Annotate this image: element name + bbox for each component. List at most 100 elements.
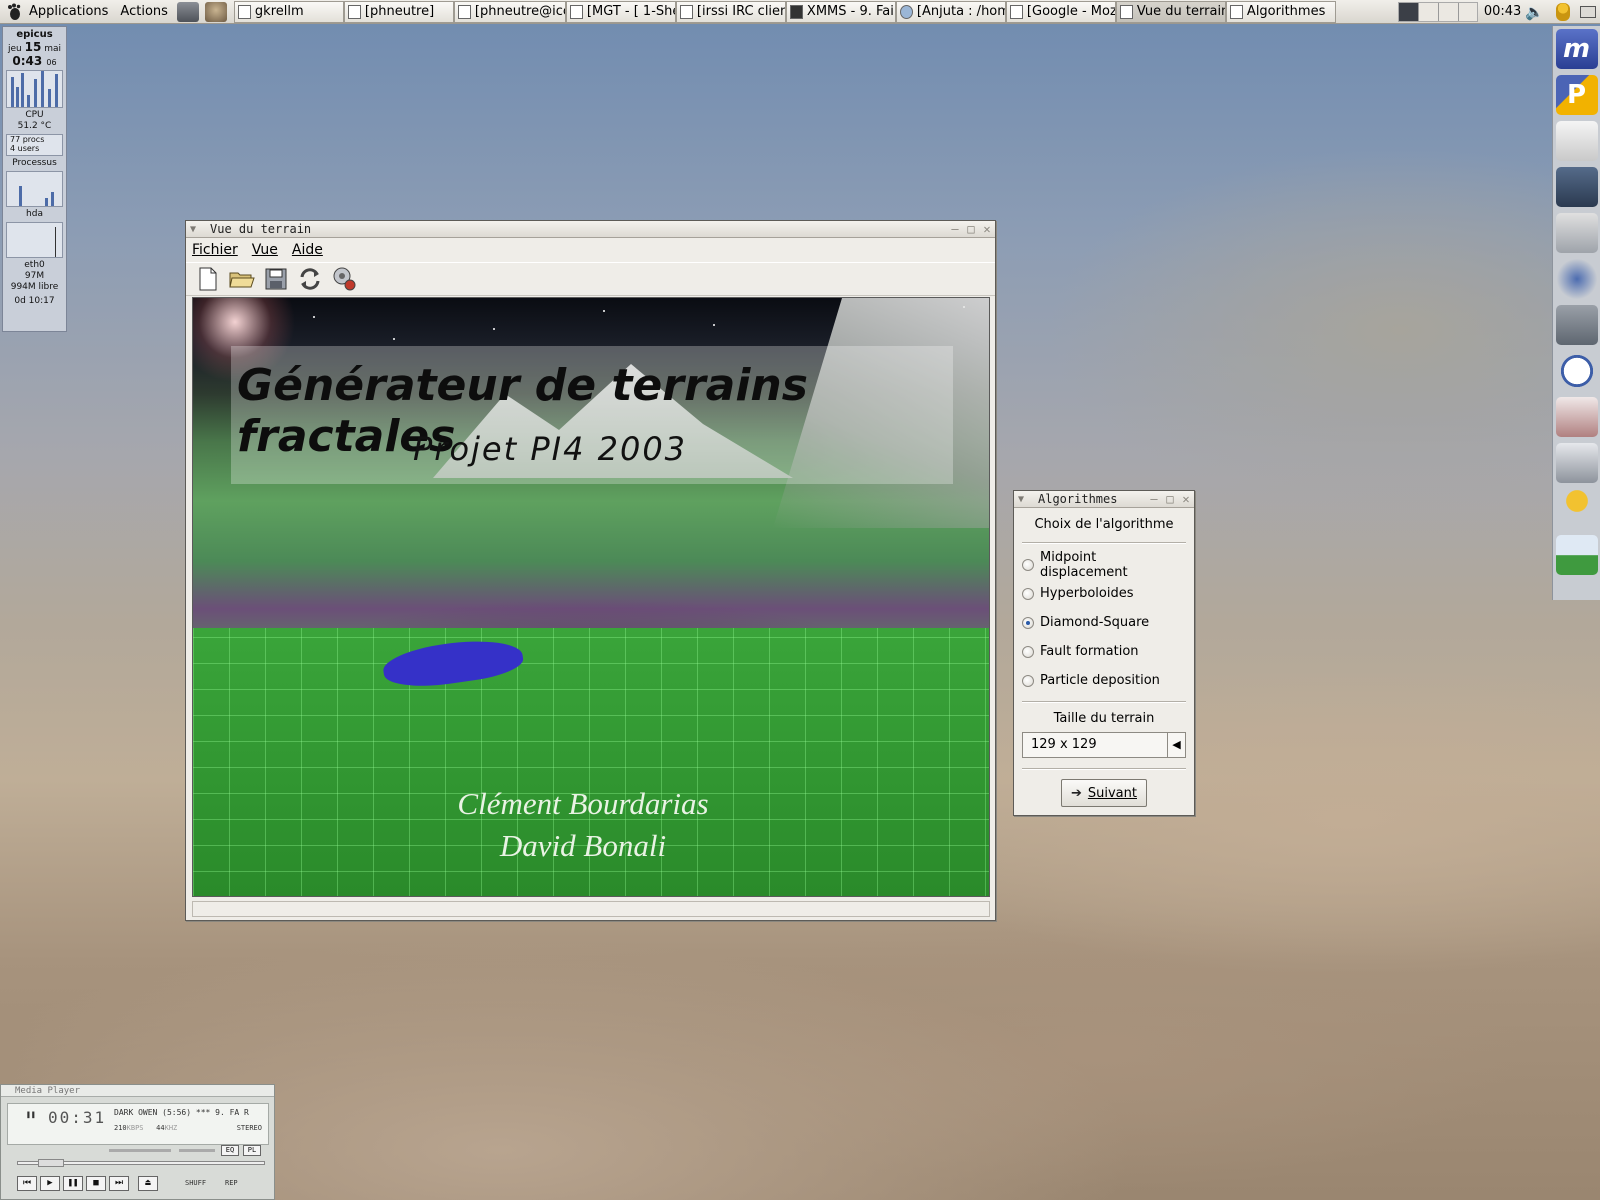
radio-midpoint-displacement[interactable]: Midpoint displacement [1022,550,1186,580]
task-gkrellm[interactable]: gkrellm [233,0,344,23]
star [603,310,605,312]
mandrake-menu-icon[interactable]: m [1555,29,1598,69]
task-mozilla[interactable]: [Google - Moz [1005,0,1116,23]
close-icon[interactable]: ✕ [1178,492,1194,506]
applications-menu[interactable]: Applications [0,0,114,24]
render-icon[interactable] [330,265,358,293]
chevron-left-icon[interactable]: ◀ [1167,733,1185,757]
workspace-2[interactable] [1419,2,1439,21]
repeat-toggle[interactable]: REP [225,1179,238,1187]
seek-bar[interactable] [17,1159,265,1167]
monitor-tux-icon[interactable] [1555,167,1598,207]
printer-icon[interactable] [1555,213,1598,253]
panel-clock[interactable]: 00:43 [1480,4,1525,19]
radio-particle-deposition[interactable]: Particle deposition [1022,666,1186,695]
eject-icon[interactable]: ⏏ [138,1176,158,1191]
clock-icon[interactable] [1555,351,1598,391]
equalizer-button[interactable]: EQ [221,1145,239,1156]
radio-fault-formation[interactable]: Fault formation [1022,637,1186,666]
menu-aide[interactable]: Aide [292,242,323,258]
star [493,328,495,330]
radio-button-checked[interactable] [1022,616,1034,629]
mail-icon[interactable] [1555,121,1598,161]
gimp-launcher-icon[interactable] [204,1,227,22]
window-icon [569,4,583,19]
stop-icon[interactable]: ■ [86,1176,106,1191]
xmms-icon [789,4,803,19]
task-anjuta[interactable]: [Anjuta : /home [895,0,1006,23]
refresh-icon[interactable] [296,265,324,293]
task-algorithmes[interactable]: Algorithmes [1225,0,1336,23]
terminal-launcher-icon[interactable] [176,1,199,22]
speaker-icon[interactable] [1555,259,1598,299]
previous-icon[interactable]: ⏮ [17,1176,37,1191]
pause-icon[interactable]: ❚❚ [63,1176,83,1191]
algorithms-titlebar[interactable]: ▼ Algorithmes — □ ✕ [1014,491,1194,508]
minimize-icon[interactable]: — [1146,492,1162,506]
next-icon[interactable]: ⏭ [109,1176,129,1191]
workspace-3[interactable] [1439,2,1459,21]
workspace-1[interactable] [1398,2,1419,21]
radio-button[interactable] [1022,587,1034,600]
play-icon[interactable]: ▶ [40,1176,60,1191]
close-icon[interactable]: ✕ [979,222,995,236]
editor-icon[interactable]: P [1555,75,1598,115]
window-menu-icon[interactable]: ▼ [190,224,204,235]
workspace-4[interactable] [1459,3,1477,21]
show-desktop-icon[interactable] [1580,5,1596,18]
radio-button[interactable] [1022,645,1034,658]
radio-button[interactable] [1022,674,1034,687]
next-button[interactable]: ➔ Suivant [1061,779,1147,807]
mountain-app-icon[interactable] [1555,535,1598,575]
user-guide-icon[interactable] [1555,489,1598,529]
star [393,338,395,340]
shuffle-toggle[interactable]: SHUFF [185,1179,206,1187]
user-icon[interactable] [1556,2,1570,21]
workspace-switcher[interactable] [1397,1,1478,22]
volume-icon[interactable]: 🔈 [1525,3,1544,21]
processus-label: Processus [12,158,57,168]
terrain-view-titlebar[interactable]: ▼ Vue du terrain — □ ✕ [186,221,995,238]
calculator-icon[interactable] [1555,443,1598,483]
splash-author-1: Clément Bourdarias [457,786,709,821]
task-terminal[interactable]: [phneutre@icc [453,0,566,23]
cpu-label: CPU [25,110,44,120]
notes-icon[interactable] [1555,397,1598,437]
radio-hyperboloides[interactable]: Hyperboloides [1022,579,1186,608]
playback-controls: ⏮ ▶ ❚❚ ■ ⏭ ⏏ [17,1176,161,1191]
save-icon[interactable] [262,265,290,293]
window-menu-icon[interactable]: ▼ [1018,494,1032,505]
algorithms-window: ▼ Algorithmes — □ ✕ Choix de l'algorithm… [1013,490,1195,816]
task-vue-du-terrain[interactable]: Vue du terrain [1115,0,1226,23]
balance-slider[interactable] [179,1149,215,1152]
new-file-icon[interactable] [194,265,222,293]
window-icon [457,4,471,19]
task-list: gkrellm [phneutre] [phneutre@icc [MGT - … [233,0,1336,24]
task-xmms[interactable]: XMMS - 9. Fai [785,0,896,23]
radio-diamond-square[interactable]: Diamond-Square [1022,608,1186,637]
actions-menu[interactable]: Actions [114,0,174,24]
separator [1022,542,1186,544]
hda-label: hda [26,209,43,219]
maximize-icon[interactable]: □ [963,222,979,236]
task-mgt[interactable]: [MGT - [ 1-She [565,0,676,23]
window-icon [347,4,361,19]
open-folder-icon[interactable] [228,265,256,293]
seek-knob[interactable] [38,1159,64,1167]
terrain-view-window: ▼ Vue du terrain — □ ✕ Fichier Vue Aide [185,220,996,921]
media-player-title[interactable]: Media Player [1,1085,274,1097]
task-phneutre[interactable]: [phneutre] [343,0,454,23]
algorithm-heading: Choix de l'algorithme [1034,517,1174,532]
terrain-canvas[interactable]: Générateur de terrains fractales Projet … [192,297,990,897]
radio-button[interactable] [1022,558,1034,571]
volume-slider[interactable] [109,1149,171,1152]
menu-fichier[interactable]: Fichier [192,242,238,258]
terrain-size-select[interactable]: 129 x 129 ◀ [1022,732,1186,758]
maximize-icon[interactable]: □ [1162,492,1178,506]
minimize-icon[interactable]: — [947,222,963,236]
playlist-button[interactable]: PL [243,1145,261,1156]
task-irssi[interactable]: [irssi IRC clien [675,0,786,23]
menu-vue[interactable]: Vue [252,242,278,258]
track-time[interactable]: 00:31 [48,1108,106,1127]
floppy-icon[interactable] [1555,305,1598,345]
